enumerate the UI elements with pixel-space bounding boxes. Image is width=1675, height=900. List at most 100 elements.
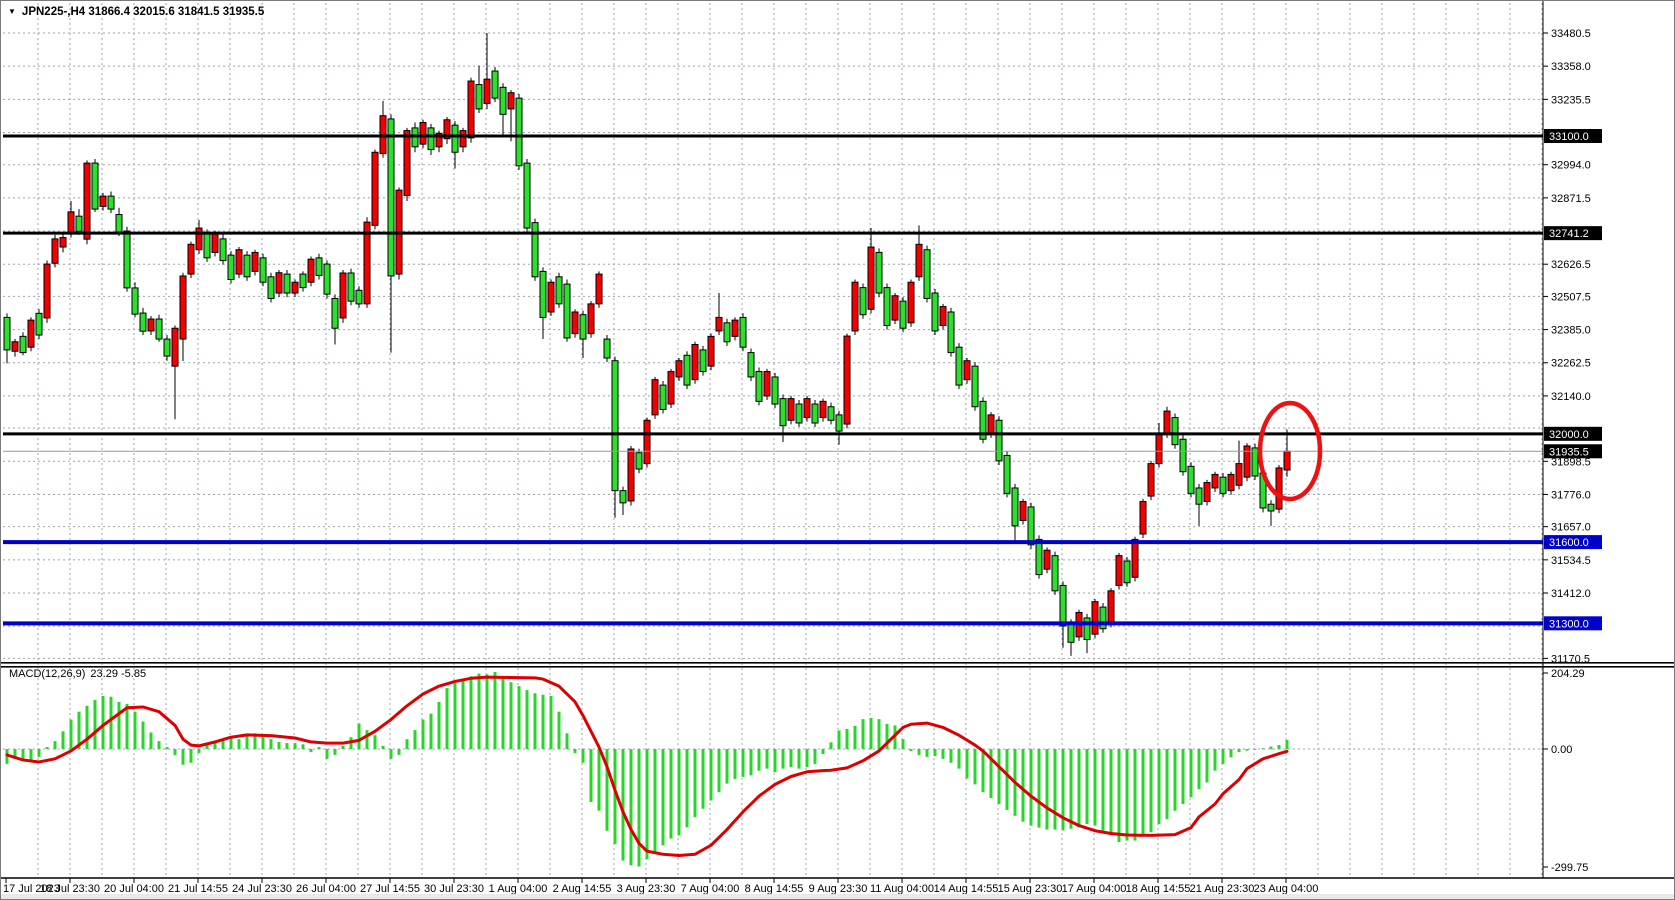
candle-bearish xyxy=(1100,607,1106,629)
macd-histogram-bar xyxy=(966,749,969,778)
candle-bullish xyxy=(252,252,258,271)
candle-bullish xyxy=(292,282,298,293)
candle-bullish xyxy=(1132,539,1138,577)
macd-histogram-bar xyxy=(70,720,73,749)
candle-bearish xyxy=(1196,488,1202,504)
candle-bullish xyxy=(28,320,34,347)
macd-histogram-bar xyxy=(1086,749,1089,824)
candle-bullish xyxy=(276,273,282,293)
candle-bearish xyxy=(132,288,138,314)
candle-bearish xyxy=(836,415,842,431)
macd-histogram-bar xyxy=(942,749,945,759)
candle-bearish xyxy=(108,196,114,209)
macd-histogram-bar xyxy=(294,743,297,749)
candle-bullish xyxy=(1044,550,1050,569)
macd-histogram-bar xyxy=(270,739,273,749)
pane-separator[interactable] xyxy=(1,662,1675,664)
macd-histogram-bar xyxy=(198,749,201,753)
macd-histogram-bar xyxy=(246,735,249,749)
macd-histogram-bar xyxy=(94,700,97,749)
candle-bearish xyxy=(492,71,498,98)
candle-bearish xyxy=(428,128,434,150)
symbol-dropdown-icon[interactable]: ▼ xyxy=(8,8,16,16)
macd-histogram-bar xyxy=(806,749,809,767)
macd-histogram-bar xyxy=(382,746,385,749)
candle-bearish xyxy=(948,312,954,353)
candle-bullish xyxy=(1116,556,1122,586)
macd-histogram-bar xyxy=(150,732,153,749)
macd-histogram-bar xyxy=(998,749,1001,804)
macd-histogram-bar xyxy=(982,749,985,792)
candle-bearish xyxy=(932,293,938,331)
candle-bullish xyxy=(596,274,602,304)
macd-histogram-bar xyxy=(718,749,721,792)
candle-bullish xyxy=(716,317,722,331)
candle-bullish xyxy=(548,282,554,312)
candle-bullish xyxy=(44,264,50,318)
macd-histogram-bar xyxy=(1134,749,1137,841)
macd-histogram-bar xyxy=(1126,749,1129,841)
macd-histogram-bar xyxy=(422,720,425,749)
candle-bearish xyxy=(124,231,130,288)
macd-indicator-label: MACD(12,26,9) 23.29 -5.85 xyxy=(9,668,146,680)
svg-text:-299.75: -299.75 xyxy=(1551,862,1588,874)
candle-bearish xyxy=(4,317,10,349)
candle-bearish xyxy=(756,372,762,402)
macd-histogram-bar xyxy=(774,749,777,772)
macd-histogram-bar xyxy=(486,674,489,749)
candle-bullish xyxy=(908,282,914,323)
macd-histogram-bar xyxy=(502,676,505,749)
candle-bearish xyxy=(140,313,146,331)
macd-histogram-bar xyxy=(430,714,433,749)
macd-histogram-bar xyxy=(286,743,289,749)
candle-bullish xyxy=(652,380,658,415)
candle-bullish xyxy=(188,244,194,274)
macd-histogram-bar xyxy=(598,749,601,811)
svg-text:32994.0: 32994.0 xyxy=(1551,160,1591,172)
macd-histogram-bar xyxy=(1046,749,1049,830)
macd-histogram-bar xyxy=(582,749,585,763)
candle-bullish xyxy=(172,328,178,366)
symbol-ohlc-text: JPN225-,H4 31866.4 32015.6 31841.5 31935… xyxy=(22,6,264,18)
macd-values: 23.29 -5.85 xyxy=(90,668,146,680)
chart-canvas[interactable]: 33480.533358.033235.532994.032871.532626… xyxy=(1,1,1675,900)
macd-histogram-bar xyxy=(1166,749,1169,819)
macd-histogram-bar xyxy=(678,749,681,835)
macd-histogram-bar xyxy=(638,749,641,866)
candle-bearish xyxy=(1028,507,1034,545)
macd-histogram-bar xyxy=(438,702,441,749)
candle-bearish xyxy=(476,85,482,109)
macd-histogram-bar xyxy=(958,749,961,769)
macd-histogram-bar xyxy=(470,676,473,749)
svg-text:33100.0: 33100.0 xyxy=(1549,131,1589,143)
macd-histogram-bar xyxy=(1222,749,1225,764)
macd-histogram-bar xyxy=(782,749,785,769)
macd-histogram-bar xyxy=(862,719,865,749)
candle-bearish xyxy=(244,255,250,277)
candle-bearish xyxy=(524,163,530,228)
candle-bullish xyxy=(964,361,970,380)
candle-bearish xyxy=(612,361,618,491)
macd-histogram-bar xyxy=(550,696,553,749)
candle-bullish xyxy=(1148,464,1154,496)
candle-bearish xyxy=(500,87,506,114)
candle-bearish xyxy=(1052,556,1058,591)
macd-histogram-bar xyxy=(878,719,881,749)
macd-histogram-bar xyxy=(534,693,537,749)
candle-bullish xyxy=(420,122,426,144)
candle-bullish xyxy=(484,79,490,103)
candle-bullish xyxy=(468,81,474,138)
macd-histogram-bar xyxy=(366,730,369,749)
candle-bearish xyxy=(1084,618,1090,640)
svg-text:31935.5: 31935.5 xyxy=(1549,446,1589,458)
candle-bearish xyxy=(540,271,546,317)
macd-histogram-bar xyxy=(590,749,593,802)
svg-text:32140.0: 32140.0 xyxy=(1551,391,1591,403)
candle-bearish xyxy=(956,347,962,385)
candle-bearish xyxy=(772,377,778,404)
svg-text:33358.0: 33358.0 xyxy=(1551,61,1591,73)
macd-histogram-bar xyxy=(742,749,745,777)
candle-bullish xyxy=(868,247,874,309)
candle-bearish xyxy=(1068,623,1074,642)
candle-bearish xyxy=(532,223,538,277)
